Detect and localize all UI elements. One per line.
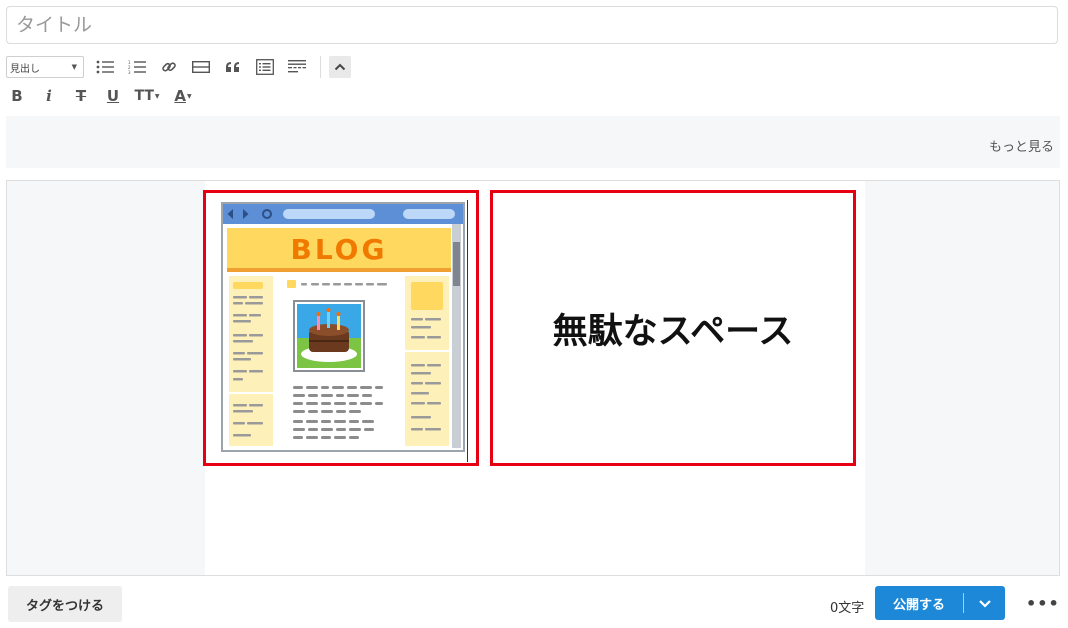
italic-glyph: i [46, 87, 52, 105]
text-color-icon[interactable]: A ▼ [168, 84, 198, 108]
text-size-icon[interactable]: TT ▼ [132, 84, 162, 108]
more-separator-icon[interactable] [284, 55, 310, 79]
add-tag-button[interactable]: タグをつける [8, 586, 122, 622]
toolbar-row-1: 見出し ▼ 123 [6, 55, 351, 79]
underline-glyph: U [106, 87, 120, 105]
more-panel: もっと見る [6, 116, 1060, 168]
bulleted-list-icon[interactable] [92, 55, 118, 79]
table-of-contents-icon[interactable] [252, 55, 278, 79]
bold-icon[interactable]: B [4, 84, 30, 108]
text-size-glyph: TT [134, 88, 154, 104]
ellipsis-icon[interactable]: ••• [1026, 594, 1060, 613]
select-arrow-icon: ▼ [71, 63, 77, 71]
toolbar-row-2: B i T U TT ▼ A ▼ [6, 84, 204, 108]
dropdown-arrow-icon: ▼ [154, 92, 160, 100]
show-more-link[interactable]: もっと見る [989, 136, 1054, 155]
dropdown-arrow-icon: ▼ [186, 92, 192, 100]
image-highlight-frame [203, 190, 479, 466]
strike-glyph: T [75, 87, 87, 105]
char-count: 0文字 [830, 601, 865, 616]
chevron-down-icon [978, 599, 991, 608]
toolbar-divider [320, 56, 321, 78]
chevron-up-icon [334, 63, 346, 71]
numbered-list-icon[interactable]: 123 [124, 55, 150, 79]
bottom-bar: タグをつける 0文字 公開する ••• [0, 586, 1068, 626]
title-input[interactable] [6, 6, 1058, 44]
italic-icon[interactable]: i [36, 84, 62, 108]
horizontal-rule-icon[interactable] [188, 55, 214, 79]
bold-glyph: B [11, 87, 23, 105]
text-caret [467, 200, 468, 462]
svg-text:3: 3 [128, 70, 131, 74]
quote-icon[interactable] [220, 55, 246, 79]
strikethrough-icon[interactable]: T [68, 84, 94, 108]
heading-select-value: 見出し [10, 63, 40, 75]
publish-options-button[interactable] [964, 599, 1005, 608]
publish-label: 公開する [892, 597, 945, 613]
wasted-space-frame: 無駄なスペース [490, 190, 856, 466]
wasted-space-label: 無駄なスペース [552, 311, 794, 352]
underline-icon[interactable]: U [100, 84, 126, 108]
publish-button[interactable]: 公開する [875, 586, 1005, 620]
link-icon[interactable] [156, 55, 182, 79]
heading-select[interactable]: 見出し ▼ [6, 56, 84, 78]
text-color-glyph: A [174, 87, 186, 105]
collapse-toolbar-button[interactable] [329, 56, 351, 78]
